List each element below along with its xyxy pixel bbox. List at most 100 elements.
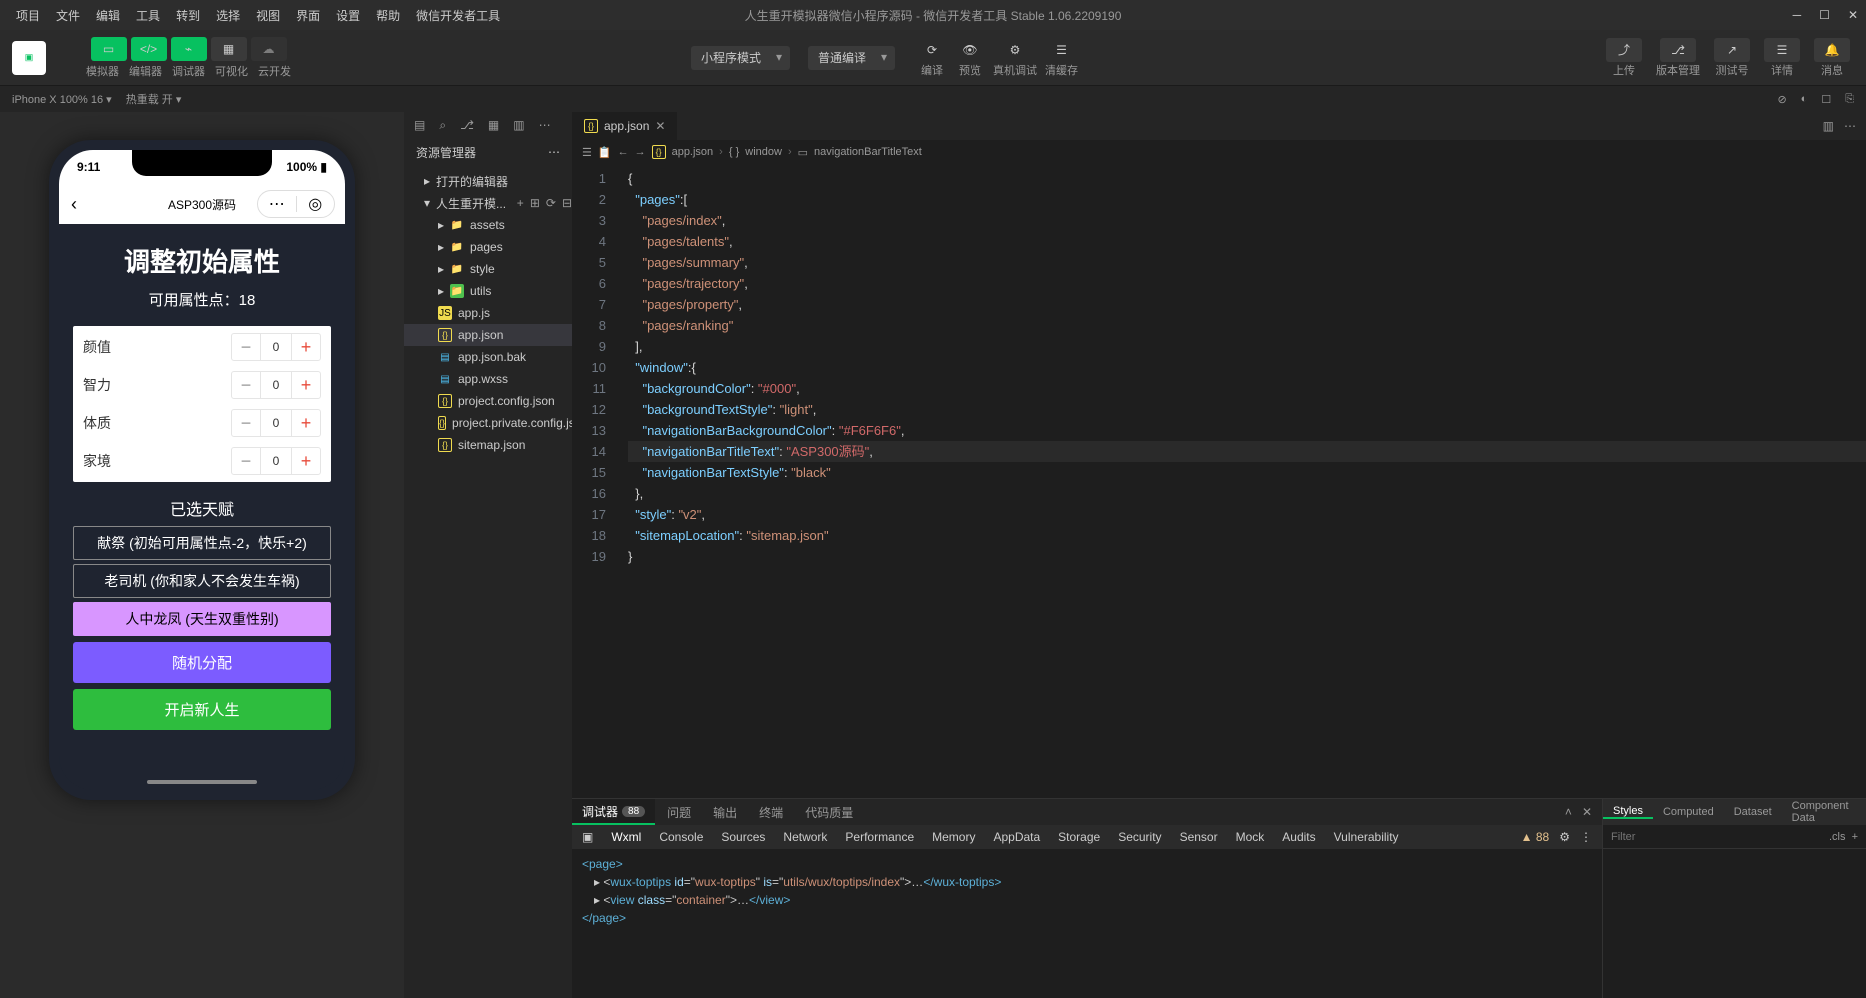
devtab-sources[interactable]: Sources xyxy=(721,830,765,844)
start-button[interactable]: 开启新人生 xyxy=(73,689,331,730)
devtab-vulnerability[interactable]: Vulnerability xyxy=(1334,830,1399,844)
open-editors-section[interactable]: ▸ 打开的编辑器 xyxy=(404,170,572,192)
menu-settings[interactable]: 设置 xyxy=(328,7,368,24)
menu-file[interactable]: 文件 xyxy=(48,7,88,24)
message-button[interactable]: 🔔 xyxy=(1814,38,1850,62)
mode-select[interactable]: 小程序模式 xyxy=(691,46,790,70)
tree-item[interactable]: app.json xyxy=(404,324,572,346)
console-tab[interactable]: 输出 xyxy=(703,799,747,825)
minus-button[interactable]: − xyxy=(232,451,260,472)
minus-button[interactable]: − xyxy=(232,337,260,358)
tree-item[interactable]: project.private.config.js... xyxy=(404,412,572,434)
devtab-console[interactable]: Console xyxy=(659,830,703,844)
bc-fwd[interactable]: → xyxy=(635,146,646,158)
devtab-security[interactable]: Security xyxy=(1118,830,1161,844)
project-root[interactable]: ▾ 人生重开模... + ⊞ ⟳ ⊟ xyxy=(404,192,572,214)
editor-toggle[interactable]: </> xyxy=(131,37,167,61)
clear-cache-button[interactable]: ☰ xyxy=(1047,38,1077,62)
sb-icon-4[interactable]: ⎘ xyxy=(1845,93,1854,106)
console-tab[interactable]: 终端 xyxy=(749,799,793,825)
tree-item[interactable]: project.config.json xyxy=(404,390,572,412)
upload-button[interactable]: ⤴ xyxy=(1606,38,1642,62)
styles-filter-input[interactable] xyxy=(1611,831,1711,843)
tree-item[interactable]: JS app.js xyxy=(404,302,572,324)
more-icon[interactable]: ⋯ xyxy=(539,118,551,132)
ext-icon[interactable]: ▦ xyxy=(488,118,499,132)
panel-close-icon[interactable]: ✕ xyxy=(1582,805,1592,819)
back-icon[interactable]: ‹ xyxy=(71,194,77,215)
visual-toggle[interactable]: ▦ xyxy=(211,37,247,61)
maximize-button[interactable]: ☐ xyxy=(1819,8,1830,22)
sb-icon-2[interactable]: ◐ xyxy=(1801,93,1808,106)
compile-button[interactable]: ⟳ xyxy=(917,38,947,62)
preview-button[interactable]: 👁 xyxy=(955,38,985,62)
styles-tab[interactable]: Computed xyxy=(1653,806,1724,818)
tree-item[interactable]: ▸ 📁 style xyxy=(404,258,572,280)
tree-item[interactable]: ▸ 📁 assets xyxy=(404,214,572,236)
console-tab[interactable]: 代码质量 xyxy=(795,799,863,825)
collapse-icon[interactable]: ⊟ xyxy=(562,196,572,210)
plus-button[interactable]: + xyxy=(292,337,320,358)
refresh-icon[interactable]: ⟳ xyxy=(546,196,556,210)
devtab-mock[interactable]: Mock xyxy=(1236,830,1265,844)
new-folder-icon[interactable]: ⊞ xyxy=(530,196,540,210)
menu-view[interactable]: 视图 xyxy=(248,7,288,24)
sb-icon-3[interactable]: ☐ xyxy=(1821,93,1831,106)
menu-project[interactable]: 项目 xyxy=(8,7,48,24)
plus-button[interactable]: + xyxy=(292,413,320,434)
capsule-close-icon[interactable]: ◎ xyxy=(297,194,335,214)
random-button[interactable]: 随机分配 xyxy=(73,642,331,683)
remote-debug-button[interactable]: ⚙ xyxy=(1000,38,1030,62)
devtab-performance[interactable]: Performance xyxy=(845,830,914,844)
simulator-toggle[interactable]: ▭ xyxy=(91,37,127,61)
test-button[interactable]: ↗ xyxy=(1714,38,1750,62)
more-tab-icon[interactable]: ⋯ xyxy=(1844,119,1856,133)
cls-toggle[interactable]: .cls xyxy=(1829,831,1846,843)
settings-icon[interactable]: ⚙ xyxy=(1559,830,1570,844)
menu-help[interactable]: 帮助 xyxy=(368,7,408,24)
version-button[interactable]: ⎇ xyxy=(1660,38,1696,62)
minus-button[interactable]: − xyxy=(232,413,260,434)
kebab-icon[interactable]: ⋮ xyxy=(1580,830,1592,844)
compile-select[interactable]: 普通编译 xyxy=(808,46,895,70)
console-tab[interactable]: 问题 xyxy=(657,799,701,825)
devtab-wxml[interactable]: Wxml xyxy=(611,830,641,844)
bc-icon-1[interactable]: ☰ xyxy=(582,146,592,159)
dom-tree[interactable]: <page> ▸ <wux-toptips id="wux-toptips" i… xyxy=(572,849,1602,933)
tab-app-json[interactable]: app.json ✕ xyxy=(572,112,677,140)
search-icon[interactable]: ⌕ xyxy=(439,118,446,133)
bc-back[interactable]: ← xyxy=(618,146,629,158)
sb-icon-1[interactable]: ⊘ xyxy=(1777,93,1786,106)
split-icon[interactable]: ▥ xyxy=(1823,119,1834,133)
warning-badge[interactable]: ▲ 88 xyxy=(1521,830,1550,844)
branch-icon[interactable]: ⎇ xyxy=(460,118,474,132)
new-file-icon[interactable]: + xyxy=(517,196,524,210)
code-editor[interactable]: 12345678910111213141516171819 { "pages":… xyxy=(572,164,1866,798)
menu-goto[interactable]: 转到 xyxy=(168,7,208,24)
menu-tools[interactable]: 工具 xyxy=(128,7,168,24)
devtab-memory[interactable]: Memory xyxy=(932,830,975,844)
close-button[interactable]: ✕ xyxy=(1848,8,1858,22)
panel-up-icon[interactable]: ˄ xyxy=(1565,805,1572,819)
capsule-menu-icon[interactable]: ⋯ xyxy=(258,194,296,214)
talent-item[interactable]: 人中龙凤 (天生双重性别) xyxy=(73,602,331,636)
details-button[interactable]: ☰ xyxy=(1764,38,1800,62)
tree-item[interactable]: ▤ app.wxss xyxy=(404,368,572,390)
tree-item[interactable]: ▸ 📁 pages xyxy=(404,236,572,258)
minimize-button[interactable]: ─ xyxy=(1793,8,1802,22)
device-select[interactable]: iPhone X 100% 16 ▾ xyxy=(12,93,112,106)
layout-icon[interactable]: ▥ xyxy=(513,118,524,132)
devtab-audits[interactable]: Audits xyxy=(1282,830,1315,844)
menu-select[interactable]: 选择 xyxy=(208,7,248,24)
capsule[interactable]: ⋯◎ xyxy=(257,190,335,218)
styles-tab[interactable]: Component Data xyxy=(1782,800,1866,824)
tree-item[interactable]: ▤ app.json.bak xyxy=(404,346,572,368)
plus-button[interactable]: + xyxy=(292,451,320,472)
debugger-toggle[interactable]: ⌁ xyxy=(171,37,207,61)
devtab-network[interactable]: Network xyxy=(783,830,827,844)
cloud-toggle[interactable]: ☁ xyxy=(251,37,287,61)
hotreload-select[interactable]: 热重载 开 ▾ xyxy=(126,91,182,107)
close-tab-icon[interactable]: ✕ xyxy=(655,119,665,133)
console-tab[interactable]: 调试器88 xyxy=(572,799,655,825)
talent-item[interactable]: 老司机 (你和家人不会发生车祸) xyxy=(73,564,331,598)
